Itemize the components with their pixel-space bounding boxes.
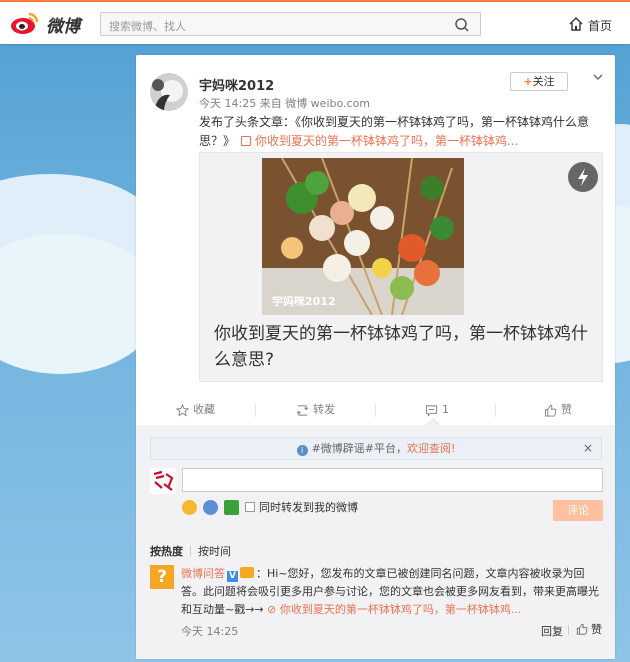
- comment-input[interactable]: [182, 468, 603, 492]
- like-label: 赞: [561, 403, 572, 416]
- food-skewers-image: [262, 158, 464, 315]
- notice-link[interactable]: 欢迎查阅!: [407, 442, 455, 455]
- action-divider: [495, 403, 496, 417]
- comment-time: 今天 14:25: [181, 625, 239, 638]
- thumbs-up-icon: [576, 623, 588, 635]
- reply-button[interactable]: 回复: [541, 623, 563, 639]
- logo-text: 微博: [46, 17, 80, 37]
- repost-checkbox-label: 同时转发到我的微博: [259, 501, 358, 514]
- weibo-logo[interactable]: 微博: [10, 11, 84, 37]
- comment-tools: 同时转发到我的微博: [182, 498, 358, 516]
- search-icon[interactable]: [454, 17, 470, 33]
- verified-icon: V: [227, 571, 238, 582]
- post-text: 发布了头条文章：《你收到夏天的第一杯钵钵鸡了吗，第一杯钵钵鸡什么意思？》 你收到夏…: [199, 113, 589, 151]
- repost-checkbox[interactable]: [245, 502, 255, 512]
- image-watermark: 宇妈咪2012: [272, 295, 336, 308]
- weibo-eye-icon: [11, 12, 39, 34]
- comment-action-divider: [568, 625, 569, 635]
- article-cover-image: 宇妈咪2012: [262, 158, 464, 315]
- home-icon: [569, 17, 583, 31]
- home-label: 首页: [588, 19, 613, 33]
- follow-label: 关注: [532, 75, 555, 88]
- comment-section: i #微博辟谣#平台，欢迎查阅! × 同时转发到我的微博 评论 按热度 按时间 ? …: [136, 425, 615, 659]
- author-avatar[interactable]: [150, 73, 188, 111]
- search-placeholder: 搜索微博、找人: [109, 20, 186, 33]
- repost-button[interactable]: 转发: [296, 395, 335, 425]
- comment-icon: [425, 404, 438, 417]
- like-button[interactable]: 赞: [544, 395, 572, 425]
- action-bar: 收藏 转发 1 赞: [136, 395, 615, 425]
- notice-text: #微博辟谣#平台，: [311, 442, 407, 455]
- favorite-button[interactable]: 收藏: [176, 395, 215, 425]
- follow-button[interactable]: +关注: [510, 72, 568, 91]
- action-divider: [375, 403, 376, 417]
- commenter-name[interactable]: 微博问答: [181, 567, 225, 580]
- comment-like-label: 赞: [591, 623, 602, 636]
- thumbs-up-icon: [544, 404, 557, 417]
- article-link[interactable]: 你收到夏天的第一杯钵钵鸡了吗，第一杯钵钵鸡...: [255, 134, 518, 148]
- top-nav-bar: 微博 搜索微博、找人 首页: [0, 0, 630, 44]
- comment-text: 微博问答 V ：Hi~您好，您发布的文章已被创建同名问题，文章内容被收录为回答。此问…: [181, 565, 601, 619]
- comment-like-button[interactable]: 赞: [576, 621, 602, 637]
- action-divider: [255, 403, 256, 417]
- gif-icon[interactable]: [203, 499, 218, 515]
- home-link[interactable]: 首页: [568, 14, 620, 34]
- chevron-down-icon[interactable]: [592, 71, 604, 83]
- lightning-icon: [568, 162, 598, 192]
- weibo-post-card: 宇妈咪2012 今天 14:25 来自 微博 weibo.com +关注 发布了…: [136, 55, 615, 659]
- rumor-notice: i #微博辟谣#平台，欢迎查阅! ×: [150, 437, 602, 460]
- info-icon: i: [296, 445, 308, 456]
- favorite-label: 收藏: [193, 403, 215, 416]
- sort-by-time[interactable]: 按时间: [198, 545, 231, 558]
- sort-by-hot[interactable]: 按热度: [150, 545, 183, 558]
- avatar-image: [150, 73, 188, 111]
- commenter-avatar[interactable]: ?: [150, 565, 174, 589]
- article-title: 你收到夏天的第一杯钵钵鸡了吗，第一杯钵钵鸡什么意思?: [214, 324, 588, 370]
- avatar-image: [150, 468, 176, 494]
- comment-count: 1: [442, 403, 449, 416]
- post-meta: 今天 14:25 来自 微博 weibo.com: [199, 97, 371, 110]
- link-icon: ⊘: [263, 603, 280, 616]
- sort-divider: [190, 546, 191, 556]
- emoji-icon[interactable]: [182, 499, 197, 515]
- search-box[interactable]: 搜索微博、找人: [100, 12, 481, 36]
- submit-comment-button[interactable]: 评论: [553, 500, 603, 521]
- plus-icon: +: [523, 75, 533, 88]
- article-card[interactable]: 宇妈咪2012 你收到夏天的第一杯钵钵鸡了吗，第一杯钵钵鸡什么意思?: [199, 152, 603, 382]
- star-icon: [176, 403, 189, 417]
- repost-label: 转发: [313, 403, 335, 416]
- author-name[interactable]: 宇妈咪2012: [199, 75, 274, 94]
- article-link-icon: [241, 136, 252, 146]
- comment-link[interactable]: 你收到夏天的第一杯钵钵鸡了吗，第一杯钵钵鸡...: [280, 603, 522, 616]
- comment-sort: 按热度 按时间: [150, 543, 231, 559]
- close-icon[interactable]: ×: [583, 438, 593, 459]
- repost-icon: [296, 404, 309, 416]
- my-avatar: [150, 468, 176, 494]
- vip-badge-icon: [240, 567, 254, 578]
- image-icon[interactable]: [224, 499, 239, 515]
